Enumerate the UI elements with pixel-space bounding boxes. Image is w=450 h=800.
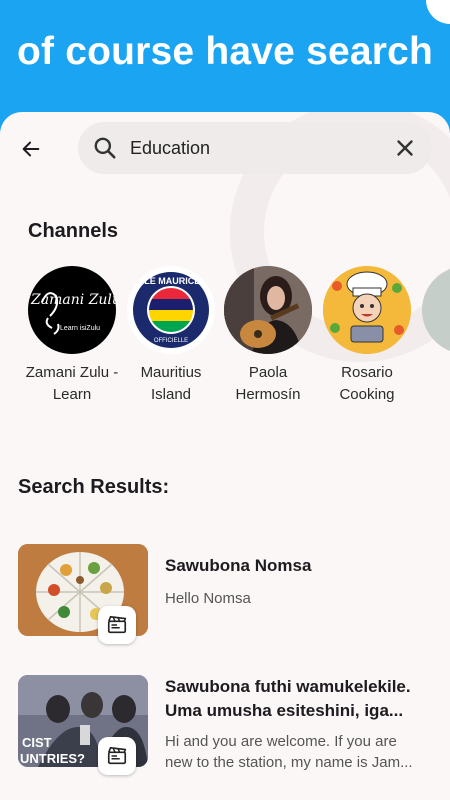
video-clapper-icon [107,746,127,765]
search-input[interactable] [130,132,370,164]
channel-avatar: Zamani Zulu Learn isiZulu [28,266,116,354]
mauritius-logo: ILE MAURICE OFFICIELLE [133,272,209,348]
result-title: Sawubona futhi wamukelekile. Uma umusha … [165,677,411,720]
zamani-zulu-logo: Zamani Zulu Learn isiZulu [30,292,116,335]
banner-corner [426,0,450,24]
channel-avatar [422,266,450,354]
logo-bottom-text: OFFICIELLE [154,338,188,344]
logo-top-text: ILE MAURICE [142,276,201,286]
result-subtitle: Hello Nomsa [165,590,251,607]
channel-name: Mauritius Island [140,364,202,403]
search-result-item[interactable]: Sawubona Nomsa Hello Nomsa [18,544,438,644]
clear-search-icon[interactable] [392,135,418,161]
search-result-item[interactable]: CIST UNTRIES? Sawubona futhi wamukelekil… [18,675,438,775]
video-badge [98,606,136,644]
result-subtitle: Hi and you are welcome. If you are new t… [165,733,413,771]
channel-item-partial[interactable] [416,266,450,354]
back-button[interactable] [14,132,48,166]
arrow-back-icon [22,141,40,157]
channels-list: Zamani Zulu Learn isiZulu Zamani Zulu - … [0,266,450,406]
logo-subtext: Learn isiZulu [60,325,100,332]
thumbnail-caption: CIST [22,735,52,750]
channel-name: Rosario Cooking [339,364,395,403]
logo-text: Zamani Zulu [30,292,116,308]
search-results-heading: Search Results: [18,476,170,498]
channel-name: Zamani Zulu - Learn [25,364,119,403]
channel-item-zamani-zulu[interactable]: Zamani Zulu Learn isiZulu Zamani Zulu - … [22,266,122,406]
search-icon [94,137,116,159]
search-bar[interactable] [78,122,432,174]
chef-cartoon-logo [323,266,411,354]
channel-avatar: ILE MAURICE OFFICIELLE [127,266,215,354]
channel-name: Paola Hermosín [235,364,301,403]
channel-item-rosario-cooking[interactable]: Rosario Cooking [317,266,417,406]
person-with-guitar-photo [224,266,312,354]
banner-title: of course have search [16,30,434,73]
channel-item-paola-hermosin[interactable]: Paola Hermosín [218,266,318,406]
promo-banner: of course have search [0,0,450,120]
result-title: Sawubona Nomsa [165,556,312,575]
video-clapper-icon [107,615,127,634]
channels-heading: Channels [28,220,119,242]
search-screen: Channels Zamani Zulu Learn isiZulu Zaman… [0,112,450,800]
channel-avatar [224,266,312,354]
thumbnail-caption-2: UNTRIES? [20,751,85,766]
channel-avatar [323,266,411,354]
channel-item-mauritius-island[interactable]: ILE MAURICE OFFICIELLE Mauritius Island [121,266,221,406]
video-badge [98,737,136,775]
